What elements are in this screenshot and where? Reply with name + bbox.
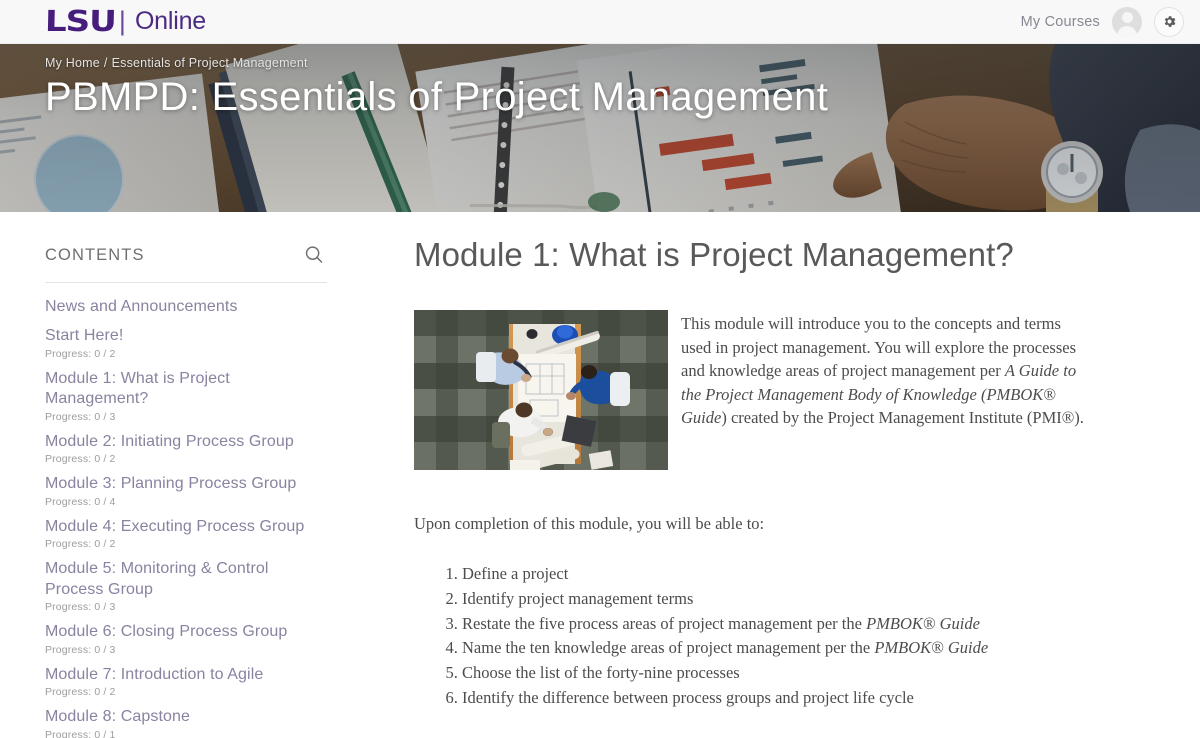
objective-text: Restate the five process areas of projec… — [462, 613, 867, 633]
my-courses-link[interactable]: My Courses — [1021, 14, 1100, 30]
main-content: Module 1: What is Project Management? Th… — [372, 212, 1200, 738]
search-icon — [305, 246, 323, 263]
header-actions: My Courses — [1021, 6, 1184, 37]
module-photo — [414, 310, 668, 471]
sidebar-link[interactable]: Module 4: Executing Process Group — [45, 517, 327, 537]
sidebar-link[interactable]: Module 5: Monitoring & Control Process G… — [45, 559, 327, 600]
objective-item: Identify the difference between process … — [462, 686, 1092, 710]
search-button[interactable] — [301, 242, 327, 268]
sidebar-progress: Progress: 0 / 3 — [45, 643, 116, 656]
sidebar-progress: Progress: 0 / 2 — [45, 453, 116, 466]
sidebar-progress: Progress: 0 / 3 — [45, 410, 116, 423]
breadcrumb-separator: / — [103, 56, 108, 70]
sidebar-progress: Progress: 0 / 4 — [45, 495, 116, 508]
sidebar-item-module-7[interactable]: Module 7: Introduction to Agile Progress… — [45, 665, 327, 698]
breadcrumb-item-course[interactable]: Essentials of Project Management — [112, 56, 308, 70]
learning-objectives-list: Define a project Identify project manage… — [414, 562, 1092, 711]
sidebar-item-module-3[interactable]: Module 3: Planning Process Group Progres… — [45, 474, 327, 507]
sidebar-progress: Progress: 0 / 2 — [45, 347, 116, 360]
intro-part-2: ) created by the Project Management Inst… — [721, 407, 1084, 427]
sidebar-link[interactable]: News and Announcements — [45, 297, 327, 317]
objective-italic: PMBOK® Guide — [866, 613, 980, 633]
course-title: PBMPD: Essentials of Project Management — [45, 75, 829, 119]
page-title: Module 1: What is Project Management? — [414, 236, 1014, 273]
objective-item: Name the ten knowledge areas of project … — [462, 636, 1092, 660]
breadcrumb: My Home / Essentials of Project Management — [45, 56, 828, 70]
lsu-online-logo[interactable]: LSU | Online — [44, 4, 207, 38]
sidebar-item-news[interactable]: News and Announcements — [45, 297, 327, 317]
banner-text-block: My Home / Essentials of Project Management… — [45, 56, 828, 122]
user-avatar-icon[interactable] — [1112, 6, 1142, 37]
contents-header: CONTENTS — [45, 242, 327, 283]
lsu-logo-text: LSU — [44, 4, 117, 38]
gear-icon — [1164, 16, 1175, 27]
module-photo-image — [414, 310, 668, 471]
sidebar-link[interactable]: Module 1: What is Project Management? — [45, 369, 327, 410]
intro-section: This module will introduce you to the co… — [414, 310, 1092, 471]
sidebar-item-start-here[interactable]: Start Here! Progress: 0 / 2 — [45, 326, 327, 359]
objective-item: Restate the five process areas of projec… — [462, 612, 1092, 636]
sidebar-link[interactable]: Start Here! — [45, 326, 327, 346]
page-body: CONTENTS News and Announcements Start He… — [0, 212, 1200, 738]
sidebar-item-module-8[interactable]: Module 8: Capstone Progress: 0 / 1 — [45, 707, 327, 738]
sidebar-link[interactable]: Module 3: Planning Process Group — [45, 474, 327, 494]
sidebar-link[interactable]: Module 7: Introduction to Agile — [45, 665, 327, 685]
contents-heading: CONTENTS — [45, 245, 145, 264]
sidebar-item-module-2[interactable]: Module 2: Initiating Process Group Progr… — [45, 432, 327, 465]
upon-completion-text: Upon completion of this module, you will… — [414, 514, 765, 534]
objective-text: Identify project management terms — [462, 588, 694, 608]
sidebar-item-module-5[interactable]: Module 5: Monitoring & Control Process G… — [45, 559, 327, 613]
sidebar-progress: Progress: 0 / 2 — [45, 538, 116, 551]
objective-italic: PMBOK® Guide — [874, 638, 989, 658]
top-header-bar: LSU | Online My Courses — [0, 0, 1200, 44]
objective-text: Choose the list of the forty-nine proces… — [462, 663, 740, 683]
objective-item: Define a project — [462, 562, 1092, 586]
objective-text: Name the ten knowledge areas of project … — [462, 638, 875, 658]
module-intro-paragraph: This module will introduce you to the co… — [681, 310, 1092, 429]
objective-item: Choose the list of the forty-nine proces… — [462, 661, 1092, 685]
sidebar-progress: Progress: 0 / 3 — [45, 601, 116, 614]
sidebar-link[interactable]: Module 8: Capstone — [45, 707, 327, 727]
sidebar-item-module-1[interactable]: Module 1: What is Project Management? Pr… — [45, 369, 327, 423]
online-logo-text: Online — [134, 7, 207, 35]
sidebar-item-module-6[interactable]: Module 6: Closing Process Group Progress… — [45, 622, 327, 655]
course-banner: My Home / Essentials of Project Management… — [0, 44, 1200, 212]
objective-item: Identify project management terms — [462, 587, 1092, 611]
contents-sidebar: CONTENTS News and Announcements Start He… — [0, 212, 372, 738]
sidebar-item-module-4[interactable]: Module 4: Executing Process Group Progre… — [45, 517, 327, 550]
sidebar-progress: Progress: 0 / 2 — [45, 686, 116, 699]
table-of-contents: News and Announcements Start Here! Progr… — [45, 297, 327, 738]
sidebar-progress: Progress: 0 / 1 — [45, 728, 116, 738]
sidebar-link[interactable]: Module 6: Closing Process Group — [45, 622, 327, 642]
breadcrumb-item-home[interactable]: My Home — [45, 56, 100, 70]
sidebar-link[interactable]: Module 2: Initiating Process Group — [45, 432, 327, 452]
objective-text: Define a project — [462, 563, 569, 583]
settings-button[interactable] — [1154, 6, 1184, 37]
logo-divider: | — [118, 6, 126, 36]
objective-text: Identify the difference between process … — [462, 688, 914, 708]
